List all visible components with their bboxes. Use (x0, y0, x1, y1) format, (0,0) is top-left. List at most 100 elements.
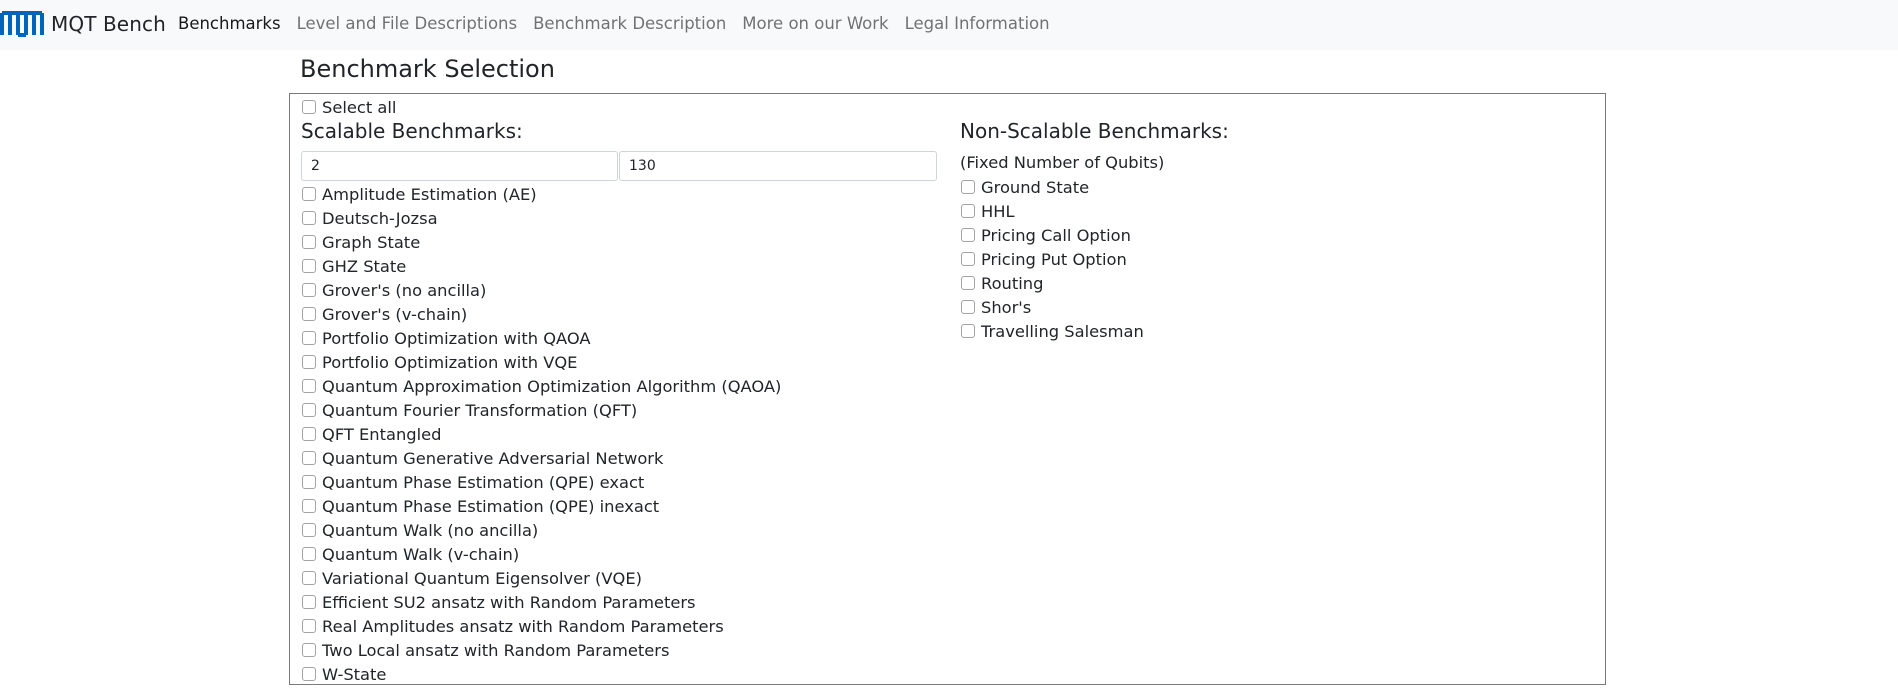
benchmark-option[interactable]: HHL (961, 199, 1015, 223)
benchmark-label: Quantum Walk (no ancilla) (322, 520, 539, 540)
benchmark-label: HHL (981, 201, 1015, 221)
benchmark-checkbox[interactable] (302, 643, 316, 657)
benchmark-option[interactable]: Deutsch-Jozsa (302, 206, 438, 230)
benchmark-option[interactable]: W-State (302, 662, 386, 686)
navbar: MQT Bench Benchmarks Level and File Desc… (0, 0, 1898, 50)
benchmark-option[interactable]: Routing (961, 271, 1043, 295)
benchmark-label: Quantum Approximation Optimization Algor… (322, 376, 782, 396)
benchmark-label: QFT Entangled (322, 424, 442, 444)
benchmark-option[interactable]: Quantum Walk (no ancilla) (302, 518, 538, 542)
nav-link-legal-information[interactable]: Legal Information (905, 14, 1050, 33)
nav-link-benchmark-description[interactable]: Benchmark Description (533, 14, 726, 33)
benchmark-checkbox[interactable] (961, 276, 975, 290)
nav-link-more-on-our-work[interactable]: More on our Work (742, 14, 888, 33)
benchmark-option[interactable]: Graph State (302, 230, 420, 254)
benchmark-label: W-State (322, 664, 387, 684)
benchmark-label: Quantum Walk (v-chain) (322, 544, 520, 564)
brand-link[interactable]: MQT Bench (0, 9, 166, 39)
benchmark-checkbox[interactable] (302, 235, 316, 249)
benchmark-checkbox[interactable] (961, 252, 975, 266)
benchmark-option[interactable]: Quantum Generative Adversarial Network (302, 446, 663, 470)
benchmark-checkbox[interactable] (302, 523, 316, 537)
nav-link-benchmarks[interactable]: Benchmarks (178, 14, 281, 33)
min-qubits-input[interactable] (301, 151, 618, 181)
benchmark-label: Quantum Phase Estimation (QPE) inexact (322, 496, 660, 516)
benchmark-option[interactable]: QFT Entangled (302, 422, 442, 446)
benchmark-checkbox[interactable] (961, 300, 975, 314)
benchmark-label: Pricing Put Option (981, 249, 1127, 269)
benchmark-label: Portfolio Optimization with QAOA (322, 328, 591, 348)
benchmark-checkbox[interactable] (961, 324, 975, 338)
fixed-qubits-note: (Fixed Number of Qubits) (960, 153, 1165, 172)
benchmark-option[interactable]: GHZ State (302, 254, 406, 278)
benchmark-checkbox[interactable] (302, 211, 316, 225)
benchmark-label: Efficient SU2 ansatz with Random Paramet… (322, 592, 696, 612)
benchmark-option[interactable]: Quantum Fourier Transformation (QFT) (302, 398, 637, 422)
brand-name: MQT Bench (51, 12, 166, 36)
benchmark-label: Quantum Generative Adversarial Network (322, 448, 664, 468)
benchmark-label: Grover's (v-chain) (322, 304, 468, 324)
select-all-row[interactable]: Select all (302, 95, 396, 119)
benchmark-option[interactable]: Real Amplitudes ansatz with Random Param… (302, 614, 724, 638)
benchmark-checkbox[interactable] (302, 499, 316, 513)
benchmark-label: Quantum Phase Estimation (QPE) exact (322, 472, 645, 492)
benchmark-checkbox[interactable] (302, 427, 316, 441)
benchmark-option[interactable]: Quantum Phase Estimation (QPE) inexact (302, 494, 659, 518)
benchmark-checkbox[interactable] (302, 571, 316, 585)
benchmark-checkbox[interactable] (302, 355, 316, 369)
benchmark-checkbox[interactable] (961, 204, 975, 218)
benchmark-option[interactable]: Variational Quantum Eigensolver (VQE) (302, 566, 642, 590)
benchmark-checkbox[interactable] (302, 547, 316, 561)
benchmark-option[interactable]: Two Local ansatz with Random Parameters (302, 638, 669, 662)
benchmark-label: Portfolio Optimization with VQE (322, 352, 578, 372)
benchmark-option[interactable]: Efficient SU2 ansatz with Random Paramet… (302, 590, 696, 614)
benchmark-checkbox[interactable] (302, 283, 316, 297)
benchmark-option[interactable]: Travelling Salesman (961, 319, 1144, 343)
benchmark-checkbox[interactable] (302, 187, 316, 201)
benchmark-option[interactable]: Shor's (961, 295, 1031, 319)
non-scalable-benchmarks-title: Non-Scalable Benchmarks: (960, 119, 1229, 143)
benchmark-checkbox[interactable] (302, 403, 316, 417)
benchmark-label: Grover's (no ancilla) (322, 280, 487, 300)
benchmark-option[interactable]: Quantum Walk (v-chain) (302, 542, 519, 566)
benchmark-option[interactable]: Grover's (no ancilla) (302, 278, 486, 302)
benchmark-label: Pricing Call Option (981, 225, 1131, 245)
benchmark-option[interactable]: Amplitude Estimation (AE) (302, 182, 537, 206)
benchmark-label: GHZ State (322, 256, 407, 276)
benchmark-option[interactable]: Quantum Phase Estimation (QPE) exact (302, 470, 644, 494)
benchmark-label: Travelling Salesman (981, 321, 1144, 341)
benchmark-label: Graph State (322, 232, 421, 252)
benchmark-checkbox[interactable] (961, 180, 975, 194)
benchmark-checkbox[interactable] (302, 259, 316, 273)
benchmark-checkbox[interactable] (302, 475, 316, 489)
nav-menu: Benchmarks Level and File Descriptions B… (178, 0, 1066, 46)
benchmark-option[interactable]: Ground State (961, 175, 1089, 199)
select-all-checkbox[interactable] (302, 100, 316, 114)
benchmark-label: Real Amplitudes ansatz with Random Param… (322, 616, 724, 636)
scalable-benchmarks-title: Scalable Benchmarks: (301, 119, 523, 143)
benchmark-label: Amplitude Estimation (AE) (322, 184, 537, 204)
benchmark-checkbox[interactable] (302, 667, 316, 681)
benchmark-label: Variational Quantum Eigensolver (VQE) (322, 568, 642, 588)
max-qubits-input[interactable] (619, 151, 937, 181)
benchmark-checkbox[interactable] (302, 307, 316, 321)
nav-link-level-file-descriptions[interactable]: Level and File Descriptions (297, 14, 518, 33)
benchmark-option[interactable]: Portfolio Optimization with VQE (302, 350, 577, 374)
select-all-label: Select all (322, 97, 397, 117)
benchmark-checkbox[interactable] (961, 228, 975, 242)
benchmark-label: Quantum Fourier Transformation (QFT) (322, 400, 638, 420)
benchmark-option[interactable]: Pricing Put Option (961, 247, 1127, 271)
benchmark-option[interactable]: Quantum Approximation Optimization Algor… (302, 374, 781, 398)
benchmark-label: Routing (981, 273, 1044, 293)
benchmark-label: Two Local ansatz with Random Parameters (322, 640, 670, 660)
benchmark-checkbox[interactable] (302, 379, 316, 393)
benchmark-option[interactable]: Portfolio Optimization with QAOA (302, 326, 591, 350)
page-title: Benchmark Selection (300, 55, 555, 83)
benchmark-checkbox[interactable] (302, 451, 316, 465)
benchmark-checkbox[interactable] (302, 331, 316, 345)
benchmark-option[interactable]: Pricing Call Option (961, 223, 1131, 247)
benchmark-option[interactable]: Grover's (v-chain) (302, 302, 467, 326)
benchmark-checkbox[interactable] (302, 619, 316, 633)
benchmark-label: Deutsch-Jozsa (322, 208, 438, 228)
benchmark-checkbox[interactable] (302, 595, 316, 609)
